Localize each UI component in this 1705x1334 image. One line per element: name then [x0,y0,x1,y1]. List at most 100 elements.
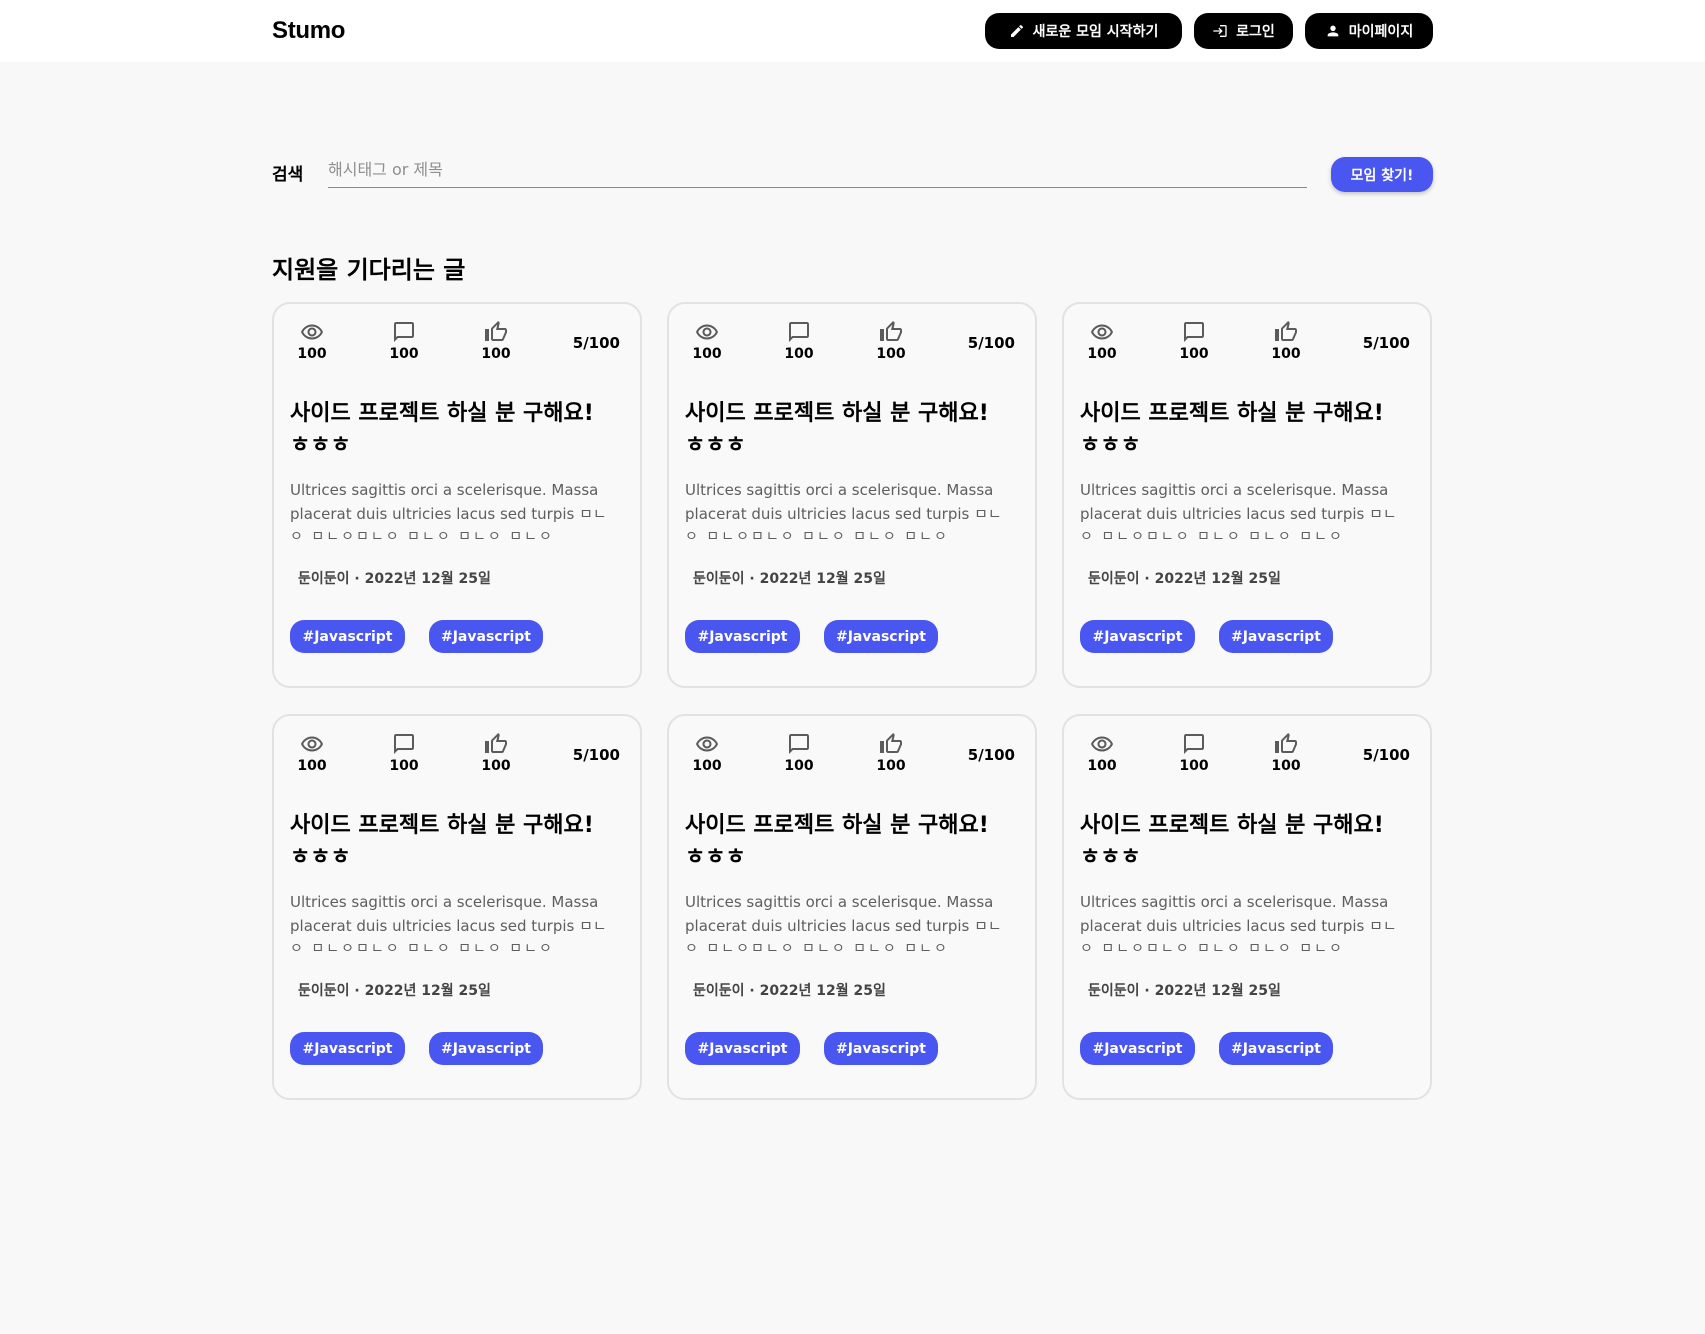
comments-count: 100 [784,346,814,362]
member-ratio: 5/100 [1362,746,1410,764]
thumb-up-icon [1275,733,1297,753]
thumb-up-icon [880,321,902,341]
hashtag-chip[interactable]: #Javascript [429,620,543,653]
post-card[interactable]: 100 100 100 5/100 사이드 프로젝트 하실 분 구해요! ㅎㅎㅎ… [272,302,642,688]
thumb-up-icon [880,733,902,753]
login-icon [1213,25,1227,37]
hashtag-chip[interactable]: #Javascript [1080,1032,1195,1065]
logo[interactable]: Stumo [272,17,345,45]
comments-stat: 100 [777,732,821,774]
comment-icon [789,734,809,754]
thumb-up-icon [1275,321,1297,341]
views-count: 100 [1087,758,1117,774]
comments-stat: 100 [382,320,426,362]
post-description-continued: ㅇ ㅁㄴㅇㅁㄴㅇ ㅁㄴㅇ ㅁㄴㅇ ㅁㄴㅇ [685,529,949,545]
search-input[interactable] [328,152,1307,188]
member-ratio: 5/100 [572,746,620,764]
likes-stat: 100 [869,732,913,774]
post-title[interactable]: 사이드 프로젝트 하실 분 구해요! ㅎㅎㅎ [685,398,1015,462]
login-label: 로그인 [1236,24,1275,40]
hashtag-chip[interactable]: #Javascript [1219,620,1333,653]
post-title[interactable]: 사이드 프로젝트 하실 분 구해요! ㅎㅎㅎ [290,398,620,462]
post-description: Ultrices sagittis orci a scelerisque. Ma… [685,893,1002,935]
comment-icon [394,322,414,342]
likes-stat: 100 [1264,320,1308,362]
likes-stat: 100 [1264,732,1308,774]
hashtag-chip[interactable]: #Javascript [1080,620,1195,653]
post-description: Ultrices sagittis orci a scelerisque. Ma… [290,481,607,523]
comments-count: 100 [1179,346,1209,362]
post-meta: 둔이둔이 · 2022년 12월 25일 [693,571,886,587]
find-meeting-button[interactable]: 모임 찾기! [1331,157,1433,192]
hashtag-chip[interactable]: #Javascript [1219,1032,1333,1065]
new-meeting-button[interactable]: 새로운 모임 시작하기 [985,13,1182,49]
views-count: 100 [297,346,327,362]
member-ratio: 5/100 [572,334,620,352]
comment-icon [1184,734,1204,754]
comments-count: 100 [1179,758,1209,774]
post-description-continued: ㅇ ㅁㄴㅇㅁㄴㅇ ㅁㄴㅇ ㅁㄴㅇ ㅁㄴㅇ [685,941,949,957]
post-card[interactable]: 100 100 100 5/100 사이드 프로젝트 하실 분 구해요! ㅎㅎㅎ… [667,302,1037,688]
hashtag-chip[interactable]: #Javascript [429,1032,543,1065]
thumb-up-icon [485,733,507,753]
post-title[interactable]: 사이드 프로젝트 하실 분 구해요! ㅎㅎㅎ [685,810,1015,874]
views-stat: 100 [685,320,729,362]
post-card[interactable]: 100 100 100 5/100 사이드 프로젝트 하실 분 구해요! ㅎㅎㅎ… [1062,714,1432,1100]
member-ratio: 5/100 [967,334,1015,352]
hashtag-chip[interactable]: #Javascript [290,1032,405,1065]
hashtag-chip[interactable]: #Javascript [824,1032,938,1065]
post-title[interactable]: 사이드 프로젝트 하실 분 구해요! ㅎㅎㅎ [1080,810,1410,874]
likes-stat: 100 [474,320,518,362]
likes-stat: 100 [869,320,913,362]
eye-icon [301,736,323,752]
post-title[interactable]: 사이드 프로젝트 하실 분 구해요! ㅎㅎㅎ [290,810,620,874]
likes-count: 100 [481,346,511,362]
post-card[interactable]: 100 100 100 5/100 사이드 프로젝트 하실 분 구해요! ㅎㅎㅎ… [272,714,642,1100]
post-card[interactable]: 100 100 100 5/100 사이드 프로젝트 하실 분 구해요! ㅎㅎㅎ… [667,714,1037,1100]
hashtag-chip[interactable]: #Javascript [824,620,938,653]
post-description: Ultrices sagittis orci a scelerisque. Ma… [685,481,1002,523]
post-meta: 둔이둔이 · 2022년 12월 25일 [298,571,491,587]
mypage-button[interactable]: 마이페이지 [1305,13,1433,49]
comment-icon [1184,322,1204,342]
post-title[interactable]: 사이드 프로젝트 하실 분 구해요! ㅎㅎㅎ [1080,398,1410,462]
thumb-up-icon [485,321,507,341]
hashtag-chip[interactable]: #Javascript [685,1032,800,1065]
post-grid: 100 100 100 5/100 사이드 프로젝트 하실 분 구해요! ㅎㅎㅎ… [272,302,1432,1100]
post-meta: 둔이둔이 · 2022년 12월 25일 [693,983,886,999]
views-count: 100 [692,758,722,774]
likes-count: 100 [876,346,906,362]
views-stat: 100 [1080,320,1124,362]
post-meta: 둔이둔이 · 2022년 12월 25일 [298,983,491,999]
mypage-label: 마이페이지 [1348,24,1414,40]
post-card[interactable]: 100 100 100 5/100 사이드 프로젝트 하실 분 구해요! ㅎㅎㅎ… [1062,302,1432,688]
new-meeting-label: 새로운 모임 시작하기 [1032,24,1159,40]
post-description-continued: ㅇ ㅁㄴㅇㅁㄴㅇ ㅁㄴㅇ ㅁㄴㅇ ㅁㄴㅇ [1080,941,1344,957]
likes-stat: 100 [474,732,518,774]
pencil-icon [1010,24,1023,37]
likes-count: 100 [876,758,906,774]
post-description-continued: ㅇ ㅁㄴㅇㅁㄴㅇ ㅁㄴㅇ ㅁㄴㅇ ㅁㄴㅇ [1080,529,1344,545]
post-description: Ultrices sagittis orci a scelerisque. Ma… [290,893,607,935]
views-count: 100 [692,346,722,362]
eye-icon [1091,324,1113,340]
comments-count: 100 [389,346,419,362]
eye-icon [1091,736,1113,752]
views-count: 100 [1087,346,1117,362]
comments-stat: 100 [777,320,821,362]
post-description: Ultrices sagittis orci a scelerisque. Ma… [1080,481,1397,523]
login-button[interactable]: 로그인 [1194,13,1293,49]
views-stat: 100 [685,732,729,774]
hashtag-chip[interactable]: #Javascript [685,620,800,653]
comments-count: 100 [389,758,419,774]
post-description-continued: ㅇ ㅁㄴㅇㅁㄴㅇ ㅁㄴㅇ ㅁㄴㅇ ㅁㄴㅇ [290,529,554,545]
post-description-continued: ㅇ ㅁㄴㅇㅁㄴㅇ ㅁㄴㅇ ㅁㄴㅇ ㅁㄴㅇ [290,941,554,957]
comment-icon [789,322,809,342]
top-header: Stumo 새로운 모임 시작하기 로그인 마이페이지 [0,0,1705,62]
comment-icon [394,734,414,754]
views-stat: 100 [1080,732,1124,774]
post-description: Ultrices sagittis orci a scelerisque. Ma… [1080,893,1397,935]
eye-icon [301,324,323,340]
views-stat: 100 [290,732,334,774]
hashtag-chip[interactable]: #Javascript [290,620,405,653]
